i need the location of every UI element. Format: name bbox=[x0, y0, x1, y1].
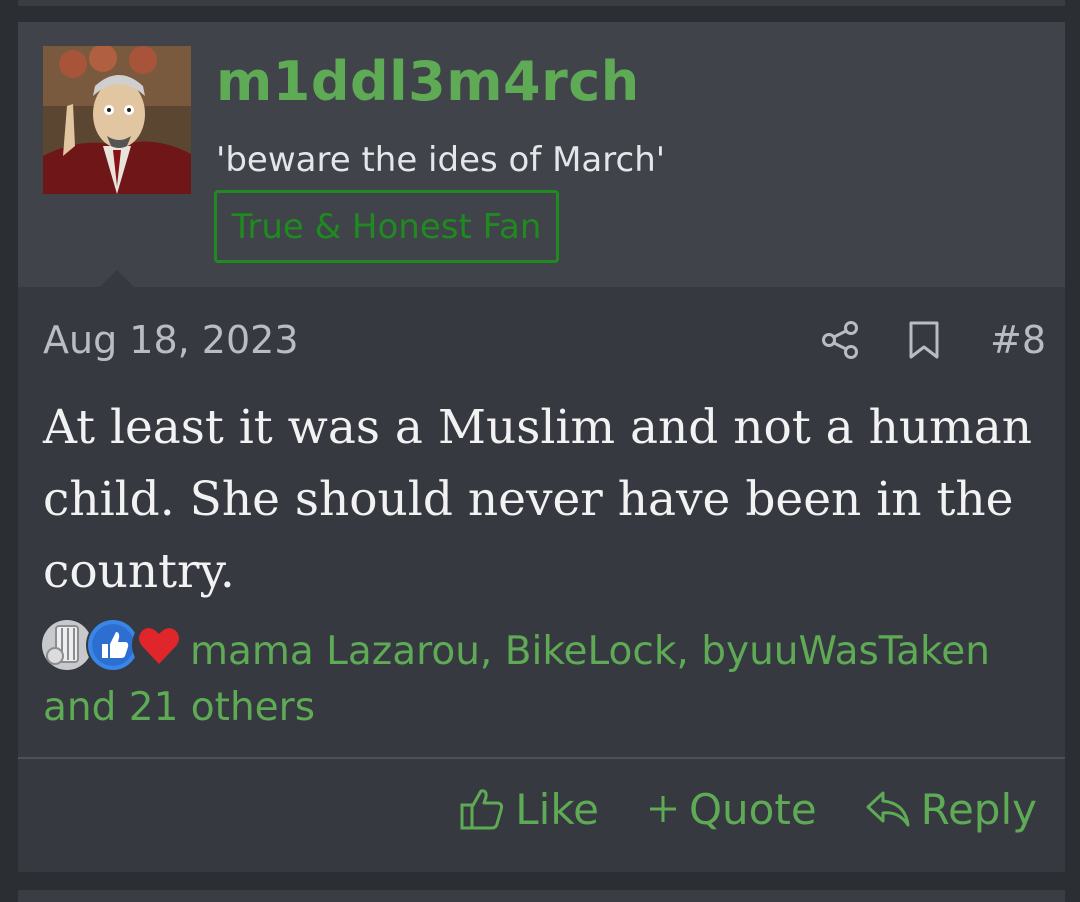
like-button[interactable]: Like bbox=[459, 785, 599, 834]
username[interactable]: m1ddl3m4rch bbox=[216, 50, 640, 113]
share-icon[interactable] bbox=[820, 320, 860, 360]
quote-label: Quote bbox=[688, 784, 817, 834]
reply-label: Reply bbox=[920, 784, 1037, 834]
user-title: 'beware the ides of March' bbox=[216, 140, 666, 180]
post-user-header: m1ddl3m4rch 'beware the ides of March' T… bbox=[18, 22, 1065, 287]
thumbs-up-icon bbox=[460, 789, 504, 830]
user-avatar[interactable] bbox=[43, 46, 191, 194]
plus-icon bbox=[649, 796, 676, 822]
forum-post: m1ddl3m4rch 'beware the ides of March' T… bbox=[18, 22, 1065, 872]
post-footer-divider bbox=[18, 757, 1065, 759]
avatar-cartoon-icon bbox=[43, 46, 191, 194]
quote-button[interactable]: Quote bbox=[647, 785, 817, 834]
bookmark-icon[interactable] bbox=[907, 320, 941, 360]
header-pointer bbox=[100, 270, 134, 287]
next-post-edge bbox=[18, 890, 1065, 902]
reply-arrow-icon bbox=[866, 791, 910, 827]
previous-post-edge bbox=[18, 0, 1065, 6]
user-banner: True & Honest Fan bbox=[214, 190, 559, 263]
post-number-link[interactable]: #8 bbox=[990, 318, 1046, 362]
reply-button[interactable]: Reply bbox=[865, 785, 1037, 834]
post-actions: Like Quote Reply bbox=[459, 774, 1037, 844]
reactions-list[interactable]: mama Lazarou, BikeLock, byuuWasTaken and… bbox=[43, 624, 1043, 736]
post-message: At least it was a Muslim and not a human… bbox=[43, 400, 1033, 599]
like-label: Like bbox=[515, 784, 599, 834]
post-date[interactable]: Aug 18, 2023 bbox=[43, 318, 299, 362]
